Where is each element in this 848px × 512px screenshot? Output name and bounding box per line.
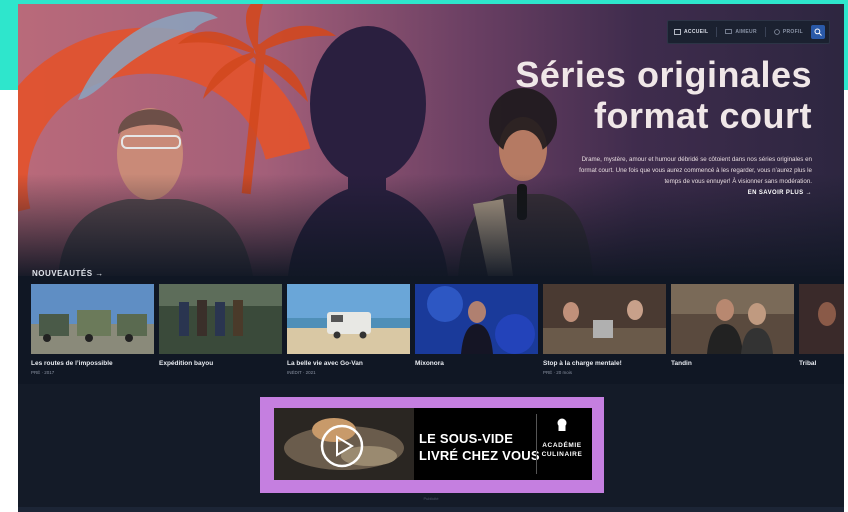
nav-item-accueil[interactable]: ACCUEIL <box>674 29 708 35</box>
section-title-nouveautes[interactable]: NOUVEAUTÉS → <box>32 269 104 278</box>
content-card[interactable]: Les routes de l’impossible PRÉ · 2017 <box>31 284 154 375</box>
card-title: Mixonora <box>415 360 444 367</box>
card-thumbnail <box>799 284 844 354</box>
nav-item-aimeur[interactable]: AIMEUR <box>725 29 757 35</box>
learn-more-link[interactable]: EN SAVOIR PLUS → <box>748 190 812 196</box>
search-button[interactable] <box>811 25 825 39</box>
hero-description-line: temps de vous ennuyer! À visionner sans … <box>664 178 812 185</box>
ad-headline: LE SOUS-VIDE LIVRÉ CHEZ VOUS <box>419 430 540 464</box>
card-thumbnail <box>287 284 410 354</box>
card-thumbnail <box>415 284 538 354</box>
card-title: La belle vie avec Go-Van <box>287 360 363 367</box>
ad-brand-line: CULINAIRE <box>541 451 583 458</box>
content-card[interactable]: Tandin <box>671 284 794 370</box>
tv-icon <box>725 29 733 34</box>
content-card[interactable]: Tribal <box>799 284 844 370</box>
search-icon <box>814 28 822 36</box>
home-icon <box>674 29 681 35</box>
nav-item-label: PROFIL <box>782 29 803 35</box>
card-title: Stop à la charge mentale! <box>543 360 622 367</box>
ad-brand: ACADÉMIE CULINAIRE <box>536 414 587 474</box>
hero-description-line: Drame, mystère, amour et humour débridé … <box>581 156 812 163</box>
content-carousel: Les routes de l’impossible PRÉ · 2017 Ex… <box>31 284 844 380</box>
hero-title: Séries originales format court <box>515 54 812 136</box>
card-meta: PRÉ · 2017 <box>31 370 55 375</box>
nav-divider <box>764 27 766 37</box>
content-card[interactable]: Mixonora <box>415 284 538 370</box>
ad-banner[interactable]: LE SOUS-VIDE LIVRÉ CHEZ VOUS ACADÉMIE CU… <box>274 408 592 480</box>
nav-item-label: AIMEUR <box>735 29 757 35</box>
nav-divider <box>716 27 718 37</box>
content-card[interactable]: La belle vie avec Go-Van INÉDIT · 2021 <box>287 284 410 375</box>
card-thumbnail <box>671 284 794 354</box>
bottom-strip <box>18 507 844 512</box>
top-nav: ACCUEIL AIMEUR PROFIL <box>667 20 830 44</box>
content-card[interactable]: Expédition bayou <box>159 284 282 370</box>
ad-headline-line: LE SOUS-VIDE <box>419 431 514 446</box>
hero-shade <box>18 174 844 276</box>
card-thumbnail <box>543 284 666 354</box>
card-title: Tandin <box>671 360 692 367</box>
nav-item-profil[interactable]: PROFIL <box>774 29 803 35</box>
card-title: Expédition bayou <box>159 360 214 367</box>
ad-disclosure: Publicité <box>423 496 439 501</box>
card-meta: PRÉ · 20 mois <box>543 370 573 375</box>
hero-description: Drame, mystère, amour et humour débridé … <box>482 154 812 187</box>
ad-food-image <box>274 408 414 480</box>
card-meta: INÉDIT · 2021 <box>287 370 316 375</box>
hero-title-line: format court <box>593 95 812 136</box>
hero-title-line: Séries originales <box>515 54 812 95</box>
nav-item-label: ACCUEIL <box>684 29 709 35</box>
chef-hat-icon <box>557 418 567 431</box>
card-thumbnail <box>159 284 282 354</box>
hero-banner[interactable]: ACCUEIL AIMEUR PROFIL Séries originales … <box>18 4 844 276</box>
user-icon <box>774 29 780 35</box>
ad-brand-line: ACADÉMIE <box>542 442 582 449</box>
app-screen: ACCUEIL AIMEUR PROFIL Séries originales … <box>18 4 844 512</box>
card-thumbnail <box>31 284 154 354</box>
card-title: Tribal <box>799 360 817 367</box>
hero-description-line: format court. Une fois que vous aurez co… <box>579 167 812 174</box>
card-title: Les routes de l’impossible <box>31 360 113 367</box>
content-card[interactable]: Stop à la charge mentale! PRÉ · 20 mois <box>543 284 666 375</box>
ad-headline-line: LIVRÉ CHEZ VOUS <box>419 448 540 463</box>
